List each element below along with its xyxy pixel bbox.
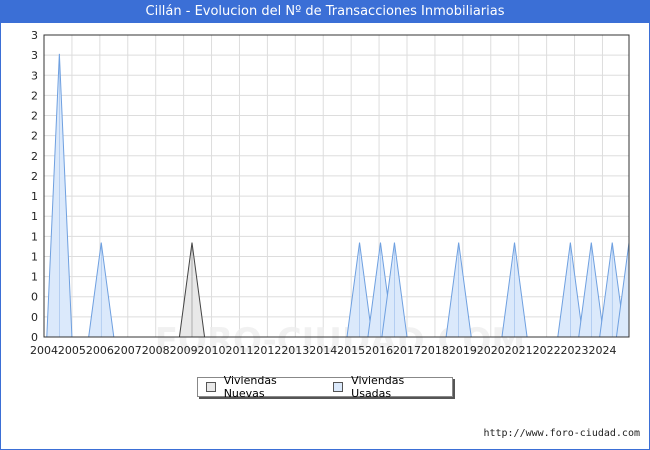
- x-tick-label: 2013: [281, 344, 309, 357]
- y-tick-label: 1: [31, 250, 38, 263]
- y-tick-label: 2: [31, 150, 38, 163]
- y-tick-label: 0: [31, 331, 38, 344]
- x-tick-label: 2011: [225, 344, 253, 357]
- x-axis-ticks: 2004 2005 2006 2007 2008 2009 2010 2011 2012 2013…: [30, 344, 616, 357]
- y-tick-label: 1: [31, 271, 38, 284]
- x-tick-label: 2012: [253, 344, 281, 357]
- x-tick-label: 2024: [588, 344, 616, 357]
- y-tick-label: 1: [31, 190, 38, 203]
- plot-area: [43, 34, 630, 338]
- legend-swatch-usadas: [333, 382, 344, 392]
- series-areas: [46, 53, 630, 338]
- y-tick-label: 2: [31, 170, 38, 183]
- y-tick-label: 3: [31, 49, 38, 62]
- legend-swatch-nuevas: [206, 382, 216, 392]
- x-tick-label: 2016: [365, 344, 393, 357]
- x-tick-label: 2019: [449, 344, 477, 357]
- y-tick-label: 0: [31, 291, 38, 304]
- legend-label-usadas: Viviendas Usadas: [351, 374, 405, 400]
- y-tick-label: 1: [31, 210, 38, 223]
- grid-lines: [44, 35, 629, 337]
- x-tick-label: 2007: [114, 344, 142, 357]
- x-tick-label: 2005: [58, 344, 86, 357]
- x-tick-label: 2004: [30, 344, 58, 357]
- legend-item-nuevas: Viviendas Nuevas: [206, 374, 317, 400]
- legend-item-usadas: Viviendas Usadas: [333, 374, 444, 400]
- x-tick-label: 2017: [393, 344, 421, 357]
- x-tick-label: 2018: [421, 344, 449, 357]
- y-axis-ticks: 0 0 0 1 1 1 1 1 2 2 2 2 2 3 3 3: [31, 29, 38, 344]
- x-tick-label: 2008: [142, 344, 170, 357]
- x-tick-label: 2009: [170, 344, 198, 357]
- x-tick-label: 2021: [505, 344, 533, 357]
- x-tick-label: 2014: [309, 344, 337, 357]
- y-tick-label: 2: [31, 130, 38, 143]
- x-tick-label: 2006: [86, 344, 114, 357]
- legend: Viviendas Nuevas Viviendas Usadas: [197, 374, 453, 400]
- x-tick-label: 2015: [337, 344, 365, 357]
- source-url: http://www.foro-ciudad.com: [483, 428, 640, 439]
- x-tick-label: 2010: [198, 344, 226, 357]
- x-tick-label: 2022: [533, 344, 561, 357]
- y-tick-label: 3: [31, 69, 38, 82]
- legend-label-nuevas: Viviendas Nuevas: [223, 374, 277, 400]
- y-tick-label: 3: [31, 29, 38, 42]
- y-tick-label: 1: [31, 230, 38, 243]
- x-tick-label: 2023: [561, 344, 589, 357]
- x-tick-label: 2020: [477, 344, 505, 357]
- y-tick-label: 2: [31, 89, 38, 102]
- y-tick-label: 2: [31, 110, 38, 123]
- y-tick-label: 0: [31, 311, 38, 324]
